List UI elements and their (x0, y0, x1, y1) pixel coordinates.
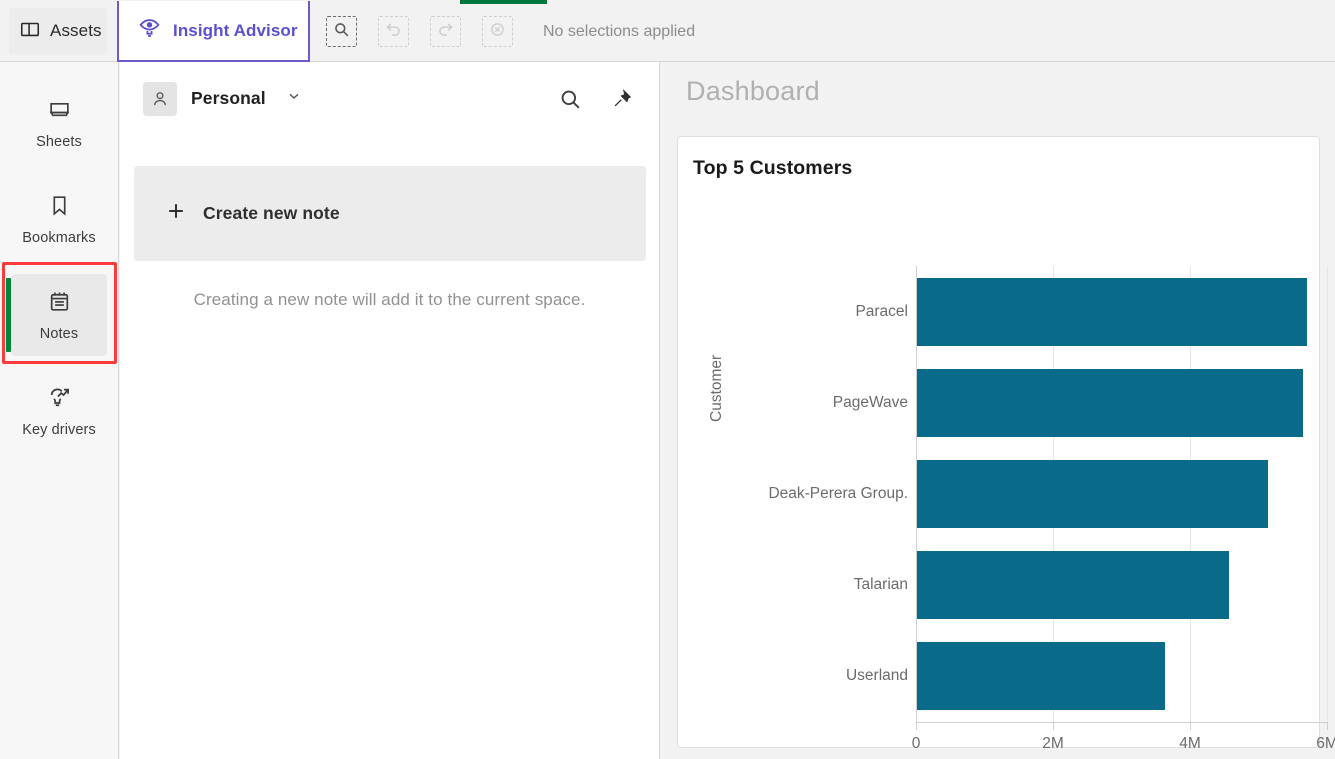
top-toolbar: Assets Insight Advisor No selections app… (0, 0, 1335, 62)
key-drivers-icon (46, 384, 72, 415)
space-name-label: Personal (191, 88, 266, 108)
person-icon (143, 81, 177, 116)
qlik-sense-app-window: Assets Insight Advisor No selections app… (0, 0, 1335, 759)
loading-progress-bar (460, 0, 547, 4)
sidebar-item-sheets[interactable]: Sheets (11, 82, 107, 164)
chart-x-tick-label: 0 (911, 735, 921, 752)
chart-y-axis-title: Customer (708, 354, 725, 422)
chart-x-tick-label: 2M (1042, 735, 1064, 752)
bookmark-icon (47, 193, 72, 223)
chart-y-tick-label[interactable]: Talarian (854, 551, 908, 619)
chart-bar[interactable] (917, 460, 1268, 528)
panel-layout-icon (19, 18, 41, 45)
sheets-icon (47, 97, 72, 127)
chart-bar[interactable] (917, 277, 1308, 346)
notes-panel: Personal Create new note Creating a new … (120, 62, 660, 759)
dashboard-area: Dashboard Top 5 Customers Customer Parac… (661, 62, 1335, 759)
sidebar-item-label: Bookmarks (22, 229, 96, 246)
chart-x-tick-label: 6M (1316, 735, 1335, 752)
chart-card[interactable]: Top 5 Customers Customer Paracel PageWave… (677, 136, 1335, 752)
notes-icon (47, 289, 72, 319)
sidebar-item-label: Notes (39, 325, 79, 342)
sidebar-item-label: Key drivers (22, 422, 96, 438)
selections-toolbar: No selections applied (326, 16, 695, 47)
dashed-box-frame (482, 16, 513, 47)
chart-title: Top 5 Customers (693, 157, 853, 179)
chart-x-tick (916, 722, 917, 730)
create-new-note-label: Create new note (203, 203, 340, 223)
selections-search-button[interactable] (326, 16, 357, 47)
insight-advisor-tab[interactable]: Insight Advisor (117, 1, 310, 62)
search-icon[interactable] (556, 85, 584, 113)
chart-y-tick-label[interactable]: PageWave (833, 369, 908, 437)
chevron-down-icon[interactable] (286, 88, 302, 109)
chart-bar[interactable] (917, 642, 1165, 711)
plus-icon (165, 200, 187, 227)
sidebar-item-label: Sheets (36, 133, 82, 150)
notes-header-actions (556, 85, 636, 113)
dashed-box-frame (378, 16, 409, 47)
selections-clear-all-button[interactable] (482, 16, 513, 47)
notes-panel-header: Personal (120, 62, 659, 135)
selection-status-text: No selections applied (543, 22, 696, 40)
chart-plot-area[interactable]: Paracel PageWave Deak-Perera Group. Talaria… (768, 266, 1328, 722)
sidebar-item-notes[interactable]: Notes (6, 274, 107, 356)
chart-x-axis-line (916, 722, 1328, 723)
assets-button[interactable]: Assets (9, 8, 107, 54)
chart-y-tick-label[interactable]: Paracel (855, 278, 908, 346)
space-selector[interactable]: Personal (143, 81, 302, 116)
chart-x-tick (1053, 722, 1054, 730)
selections-redo-button[interactable] (430, 16, 461, 47)
assets-button-label: Assets (50, 21, 102, 40)
chart-x-tick-label: 4M (1179, 735, 1201, 752)
sidebar-item-bookmarks[interactable]: Bookmarks (11, 178, 107, 260)
chart-x-tick (1190, 722, 1191, 730)
pin-icon[interactable] (608, 85, 636, 113)
left-navigation-rail: Sheets Bookmarks Notes Key drivers (0, 62, 119, 759)
chart-gridline (1327, 266, 1328, 722)
eye-bulb-icon (137, 16, 162, 46)
page-title: Dashboard (686, 76, 820, 106)
selections-undo-button[interactable] (378, 16, 409, 47)
chart-bar[interactable] (917, 551, 1229, 620)
sidebar-item-key-drivers[interactable]: Key drivers (11, 370, 107, 452)
dashed-box-frame (430, 16, 461, 47)
chart-y-tick-label[interactable]: Userland (846, 642, 908, 710)
notes-empty-hint: Creating a new note will add it to the c… (193, 290, 586, 309)
chart-bar[interactable] (917, 368, 1304, 437)
chart-y-tick-label[interactable]: Deak-Perera Group. (768, 460, 908, 528)
insight-advisor-tab-label: Insight Advisor (173, 20, 298, 40)
active-indicator (6, 278, 11, 352)
dashed-box-frame (326, 16, 357, 47)
chart-x-tick (1327, 722, 1328, 730)
create-new-note-button[interactable]: Create new note (134, 166, 646, 261)
